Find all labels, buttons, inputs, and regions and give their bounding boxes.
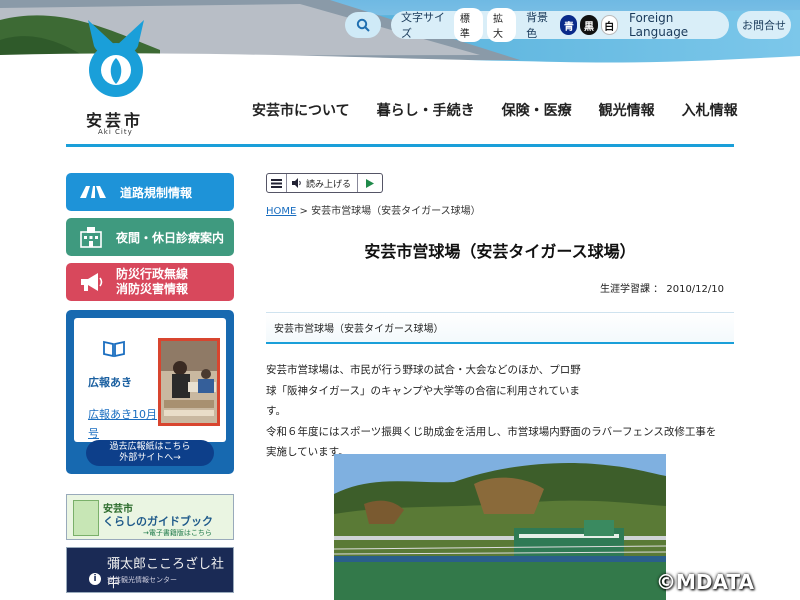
- breadcrumb: HOME > 安芸市営球場（安芸タイガース球場）: [266, 202, 481, 217]
- guidebook-cover: [73, 500, 99, 536]
- read-aloud-button[interactable]: 読み上げる: [287, 174, 358, 192]
- menu-icon: [271, 178, 282, 188]
- text-size-large-button[interactable]: 拡大: [486, 8, 517, 42]
- night-medical-label: 夜間・休日診療案内: [116, 230, 225, 245]
- night-medical-button[interactable]: 夜間・休日診療案内: [66, 218, 234, 256]
- foreign-language-link[interactable]: Foreign Language: [629, 11, 721, 39]
- body-line: 球「阪神タイガース」のキャンプや大学等の合宿に利用されていま: [266, 384, 580, 397]
- header-divider: [66, 144, 734, 147]
- yataro-line2: 安芸観光情報センター: [107, 576, 177, 584]
- search-icon: [356, 18, 370, 32]
- logo-subtitle: Aki City: [98, 128, 133, 136]
- disaster-line2: 消防災害情報: [116, 282, 189, 296]
- nav-living[interactable]: 暮らし・手続き: [377, 100, 475, 120]
- disaster-line1: 防災行政無線: [116, 267, 189, 281]
- nav-tourism[interactable]: 観光情報: [599, 100, 655, 120]
- nav-health[interactable]: 保険・医療: [502, 100, 572, 120]
- watermark: ©MDATA: [656, 570, 754, 594]
- koho-cover-image[interactable]: [158, 338, 220, 426]
- hospital-icon: [80, 227, 102, 248]
- koho-archive-line2: 外部サイトへ→: [119, 453, 181, 463]
- breadcrumb-current: > 安芸市営球場（安芸タイガース球場）: [296, 206, 481, 217]
- read-aloud-toolbar: 読み上げる: [266, 173, 383, 193]
- koho-archive-button[interactable]: 過去広報紙はこちら 外部サイトへ→: [86, 440, 214, 466]
- road-sign-icon: [80, 186, 106, 198]
- bg-color-label: 背景色: [526, 11, 549, 40]
- koho-panel: 広報あき 広報あき10月号 過去広報紙はこちら 外部サイトへ→: [66, 310, 234, 474]
- koho-card: 広報あき 広報あき10月号: [74, 318, 226, 442]
- section-heading: 安芸市営球場（安芸タイガース球場）: [266, 312, 734, 344]
- bg-black-button[interactable]: 黒: [580, 15, 598, 35]
- disaster-info-button[interactable]: 防災行政無線 消防災害情報: [66, 263, 234, 301]
- body-line: 令和６年度にはスポーツ振興くじ助成金を活用し、市営球場内野面のラバーフェンス改修…: [266, 425, 717, 438]
- body-text: 安芸市営球場は、市民が行う野球の試合・大会などのほか、プロ野 球「阪神タイガース…: [266, 360, 728, 463]
- bg-blue-button[interactable]: 青: [560, 15, 578, 35]
- book-icon: [103, 340, 125, 358]
- contact-button[interactable]: お問合せ: [737, 11, 791, 39]
- play-button[interactable]: [358, 178, 382, 188]
- search-button[interactable]: [345, 12, 381, 38]
- guidebook-line3: →電子書籍版はこちら: [143, 529, 212, 537]
- yataro-line1: 彌太郎こころざし社中: [107, 557, 225, 591]
- body-line: す。: [266, 405, 286, 417]
- breadcrumb-home[interactable]: HOME: [266, 206, 296, 217]
- koho-title: 広報あき: [88, 376, 132, 389]
- koho-archive-line1: 過去広報紙はこちら: [109, 442, 191, 452]
- page-title: 安芸市営球場（安芸タイガース球場）: [364, 242, 636, 261]
- text-size-label: 文字サイズ: [401, 11, 445, 40]
- road-info-label: 道路規制情報: [120, 185, 193, 200]
- stadium-photo: [334, 454, 666, 600]
- life-guidebook-banner[interactable]: 安芸市 くらしのガイドブック →電子書籍版はこちら: [66, 494, 234, 540]
- nav-about[interactable]: 安芸市について: [252, 100, 350, 120]
- utility-bar: 文字サイズ 標準 拡大 背景色 青 黒 白 Foreign Language: [391, 8, 729, 42]
- koho-latest-link[interactable]: 広報あき10月号: [88, 405, 158, 443]
- reader-menu-button[interactable]: [267, 174, 287, 192]
- nav-bidding[interactable]: 入札情報: [682, 100, 738, 120]
- yataro-banner[interactable]: 彌太郎こころざし社中 i 安芸観光情報センター: [66, 547, 234, 593]
- info-icon: i: [89, 573, 101, 585]
- logo-emblem: [88, 20, 144, 97]
- body-line: 安芸市営球場は、市民が行う野球の試合・大会などのほか、プロ野: [266, 364, 581, 376]
- page-meta: 生涯学習課 ： 2010/12/10: [600, 284, 724, 295]
- speaker-icon: [292, 178, 301, 188]
- section-heading-text: 安芸市営球場（安芸タイガース球場）: [274, 324, 444, 335]
- guidebook-line2: くらしのガイドブック: [103, 515, 213, 528]
- play-icon: [366, 178, 374, 188]
- bg-white-button[interactable]: 白: [600, 15, 618, 35]
- read-aloud-label: 読み上げる: [306, 179, 352, 190]
- megaphone-icon: [81, 273, 103, 291]
- global-nav: 安芸市について 暮らし・手続き 保険・医療 観光情報 入札情報: [252, 100, 738, 120]
- road-info-button[interactable]: 道路規制情報: [66, 173, 234, 211]
- text-size-normal-button[interactable]: 標準: [453, 8, 483, 42]
